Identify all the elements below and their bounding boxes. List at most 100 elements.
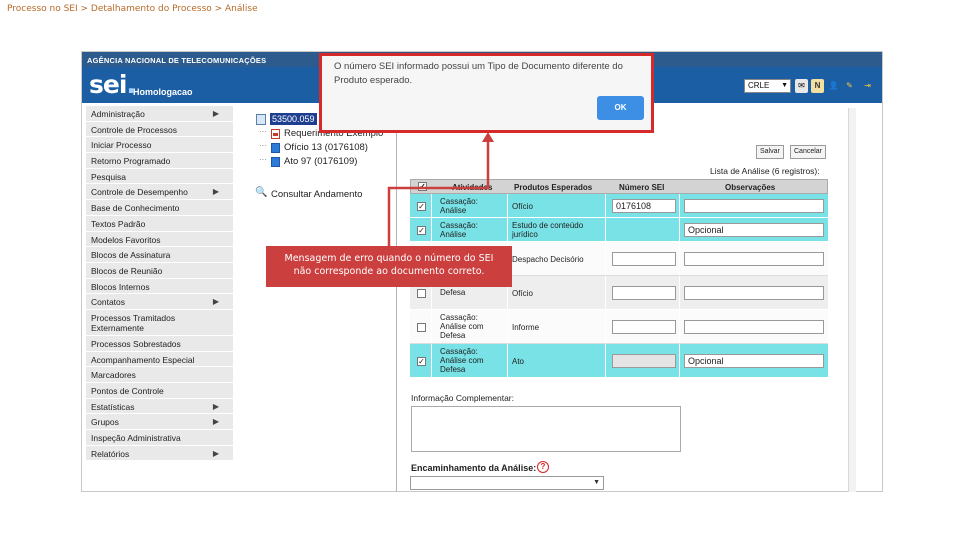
notes-input[interactable]: Opcional	[684, 354, 824, 368]
menu-item-label: Estatísticas	[91, 401, 135, 412]
alert-ok-button[interactable]: OK	[597, 96, 644, 120]
forward-label: Encaminhamento da Análise:	[411, 463, 537, 473]
notes-input[interactable]	[684, 320, 824, 334]
menu-item-label: Processos Tramitados Externamente	[91, 312, 176, 333]
menu-item-label: Administração	[91, 109, 145, 119]
tree-document[interactable]: ··· Ofício 13 (0176108)	[254, 141, 399, 155]
save-button[interactable]: Salvar	[756, 145, 784, 159]
table-row: ✓ Cassação: Análise Estudo de conteúdo jur…	[410, 218, 828, 242]
menu-item-estatisticas[interactable]: Estatísticas ▶	[86, 398, 233, 415]
activity-cell: Cassação: Análise com Defesa	[440, 347, 484, 374]
menu-item-controle-de-desempenho[interactable]: Controle de Desempenho ▶	[86, 184, 233, 201]
header-sei-number: Número SEI	[619, 183, 665, 192]
sei-logo[interactable]: sei.	[89, 70, 136, 99]
unit-select[interactable]: CRLE ▼	[744, 79, 791, 93]
analysis-list-title: Lista de Análise (6 registros):	[710, 166, 820, 176]
envelope-icon[interactable]: ✉	[795, 79, 808, 93]
sei-number-input[interactable]	[612, 354, 676, 368]
header-products: Produtos Esperados	[514, 183, 593, 192]
chevron-right-icon: ▶	[212, 401, 219, 411]
word-doc-icon	[271, 143, 280, 153]
menu-item-base-de-conhecimento[interactable]: Base de Conhecimento	[86, 200, 233, 216]
notes-input[interactable]: Opcional	[684, 223, 824, 237]
menu-item-label: Textos Padrão	[91, 218, 146, 229]
main-menu: Administração ▶ Controle de Processos Inici…	[86, 106, 233, 462]
menu-item-inspecao-administrativa[interactable]: Inspeção Administrativa	[86, 430, 233, 446]
menu-item-label: Controle de Desempenho	[91, 187, 188, 198]
menu-item-label: Relatórios	[91, 448, 130, 459]
exit-icon[interactable]: ⇥	[861, 79, 874, 93]
menu-item-contatos[interactable]: Contatos ▶	[86, 294, 233, 310]
menu-item-label: Base de Conhecimento	[91, 203, 180, 214]
notes-input[interactable]	[684, 286, 824, 300]
menu-item-blocos-de-reuniao[interactable]: Blocos de Reunião	[86, 262, 233, 279]
process-folder-icon	[256, 114, 266, 125]
chevron-down-icon: ▼	[781, 82, 788, 89]
menu-item-label: Pontos de Controle	[91, 386, 164, 396]
menu-item-label: Inspeção Administrativa	[91, 433, 181, 444]
menu-item-label: Acompanhamento Especial	[91, 354, 195, 365]
sei-number-input[interactable]: 0176108	[612, 199, 676, 213]
header-notes: Observações	[725, 183, 776, 192]
table-row: Cassação: Análise com Defesa Informe	[410, 310, 828, 344]
menu-item-label: Pesquisa	[91, 171, 126, 182]
complement-textarea[interactable]	[411, 406, 681, 452]
menu-item-acompanhamento-especial[interactable]: Acompanhamento Especial	[86, 351, 233, 368]
menu-item-pesquisa[interactable]: Pesquisa	[86, 168, 233, 185]
product-cell: Ofício	[512, 201, 533, 211]
tree-connector: ···	[259, 141, 267, 150]
chevron-right-icon: ▶	[212, 417, 219, 427]
magnifier-icon: 🔍	[255, 187, 268, 198]
menu-item-label: Processos Sobrestados	[91, 338, 181, 349]
menu-item-grupos[interactable]: Grupos ▶	[86, 414, 233, 431]
callout-line-1: Mensagem de erro quando o número do SEI	[284, 253, 494, 264]
menu-item-label: Marcadores	[91, 370, 136, 381]
product-cell: Ofício	[512, 288, 533, 298]
alert-message: O número SEI informado possui um Tipo de…	[334, 61, 623, 86]
menu-item-processos-sobrestados[interactable]: Processos Sobrestados	[86, 335, 233, 352]
activity-cell: Cassação: Análise	[440, 197, 478, 215]
sei-number-input[interactable]	[612, 252, 676, 266]
chevron-right-icon: ▶	[212, 187, 219, 197]
select-all-checkbox[interactable]: ✓	[418, 182, 427, 191]
tree-document[interactable]: ··· Ato 97 (0176109)	[254, 155, 399, 169]
table-row: ✓ Cassação: Análise com Defesa Ato Opcional	[410, 344, 828, 378]
forward-select[interactable]: ▼	[410, 476, 604, 490]
menu-item-pontos-de-controle[interactable]: Pontos de Controle	[86, 383, 233, 399]
menu-item-blocos-de-assinatura[interactable]: Blocos de Assinatura	[86, 247, 233, 263]
process-number[interactable]: 53500.059	[270, 113, 317, 125]
menu-item-controle-de-processos[interactable]: Controle de Processos	[86, 121, 233, 138]
product-cell: Informe	[512, 322, 540, 332]
error-alert-dialog: O número SEI informado possui um Tipo de…	[319, 53, 654, 133]
menu-item-label: Contatos	[91, 297, 126, 308]
menu-item-retorno-programado[interactable]: Retorno Programado	[86, 153, 233, 169]
menu-item-processos-tramitados-externamente[interactable]: Processos Tramitados Externamente	[86, 309, 233, 336]
tree-connector: ···	[259, 127, 267, 136]
menu-item-textos-padrao[interactable]: Textos Padrão	[86, 215, 233, 232]
sei-number-input[interactable]	[612, 286, 676, 300]
environment-label: Homologacao	[133, 87, 193, 97]
tools-icon[interactable]: ✎	[843, 79, 856, 93]
vertical-scrollbar[interactable]	[848, 108, 856, 492]
cancel-button[interactable]: Cancelar	[790, 145, 827, 159]
menu-item-administracao[interactable]: Administração ▶	[86, 106, 233, 122]
help-icon[interactable]: ?	[537, 461, 549, 473]
user-icon[interactable]: 👤	[827, 79, 840, 93]
menu-item-marcadores[interactable]: Marcadores	[86, 367, 233, 383]
menu-item-label: Controle de Processos	[91, 124, 177, 135]
menu-item-blocos-internos[interactable]: Blocos Internos	[86, 278, 233, 295]
consult-label: Consultar Andamento	[271, 189, 363, 200]
consult-history-link[interactable]: 🔍 Consultar Andamento	[255, 187, 363, 200]
menu-item-label: Retorno Programado	[91, 156, 171, 167]
chevron-right-icon: ▶	[212, 448, 219, 458]
pane-divider[interactable]	[396, 108, 397, 492]
header-activities: Atividades	[452, 183, 493, 192]
menu-item-relatorios[interactable]: Relatórios ▶	[86, 445, 233, 462]
menu-item-modelos-favoritos[interactable]: Modelos Favoritos	[86, 231, 233, 248]
notes-input[interactable]	[684, 252, 824, 266]
sei-number-input[interactable]	[612, 320, 676, 334]
menu-item-iniciar-processo[interactable]: Iniciar Processo	[86, 137, 233, 154]
news-icon[interactable]: N	[811, 79, 824, 93]
notes-input[interactable]	[684, 199, 824, 213]
menu-item-label: Blocos Internos	[91, 281, 150, 292]
